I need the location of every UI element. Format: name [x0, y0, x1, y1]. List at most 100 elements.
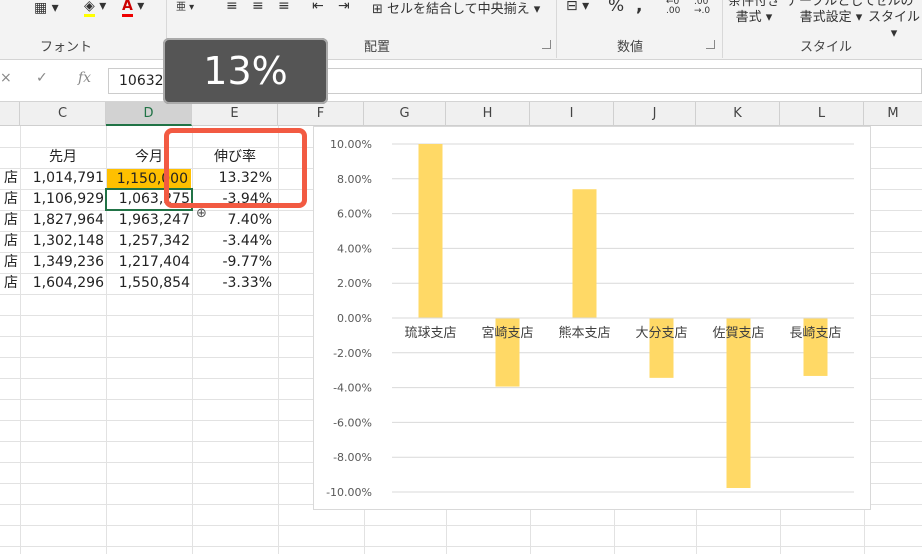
currency-icon: ⊟: [566, 0, 578, 14]
align-left-button[interactable]: ≡: [226, 0, 238, 14]
column-header-i[interactable]: I: [530, 102, 614, 126]
accounting-format-button[interactable]: ⊟ ▾: [566, 0, 589, 14]
column-header-l[interactable]: L: [780, 102, 864, 126]
column-header-j[interactable]: J: [614, 102, 696, 126]
align-right-button[interactable]: ≡: [278, 0, 290, 14]
branch-name-cell[interactable]: 店: [0, 252, 18, 273]
decrease-decimal-button[interactable]: .00 →.0: [694, 0, 710, 16]
merge-center-label: セルを結合して中央揃え: [387, 2, 530, 17]
format-as-table-line2: 書式設定: [799, 10, 852, 25]
growth-cell[interactable]: -3.44%: [192, 231, 272, 252]
curr-cell[interactable]: 1,550,854: [106, 273, 190, 294]
merge-center-button[interactable]: ⊞ セルを結合して中央揃え ▾: [372, 0, 540, 17]
curr-cell[interactable]: 1,257,342: [106, 231, 190, 252]
bar: [726, 318, 751, 488]
category-label: 大分支店: [635, 326, 687, 341]
number-group-label: 数値: [617, 40, 644, 55]
phonetic-button[interactable]: 亜 ▾: [176, 0, 194, 13]
alignment-dialog-launcher[interactable]: [542, 40, 551, 49]
branch-name-cell[interactable]: 店: [0, 189, 18, 210]
ribbon-divider: [722, 0, 723, 58]
enter-check-icon[interactable]: ✓: [36, 70, 48, 86]
decrease-indent-icon: ⇤: [312, 0, 324, 14]
fill-color-button[interactable]: ◈ ▾: [84, 0, 106, 17]
align-center-button[interactable]: ≡: [252, 0, 264, 14]
growth-cell[interactable]: -3.33%: [192, 273, 272, 294]
insert-function-icon[interactable]: fx: [78, 70, 91, 86]
percent-style-button[interactable]: %: [608, 0, 624, 16]
column-header-bar: C D E F G H I J K L M: [0, 102, 922, 126]
y-tick-label: -8.00%: [333, 451, 372, 464]
column-header-stub[interactable]: [0, 102, 20, 126]
conditional-format-line2: 書式: [735, 10, 762, 25]
prev-cell[interactable]: 1,302,148: [20, 231, 104, 252]
header-prev-month[interactable]: 先月: [20, 147, 106, 168]
gridline: [0, 525, 922, 526]
align-center-icon: ≡: [252, 0, 264, 14]
bar-chart[interactable]: 10.00% 8.00% 6.00% 4.00% 2.00% 0.00% -2.00% -4.…: [313, 126, 871, 510]
bar: [418, 144, 443, 318]
category-label: 琉球支店: [404, 326, 456, 341]
format-as-table-button[interactable]: テーブルとして 書式設定 ▾: [786, 0, 876, 26]
border-dropdown[interactable]: ▦ ▾: [34, 0, 59, 16]
fill-bucket-icon: ◈: [84, 0, 95, 17]
y-tick-label: 0.00%: [337, 312, 372, 325]
increase-indent-icon: ⇥: [338, 0, 350, 14]
gridline: [0, 546, 922, 547]
column-header-m[interactable]: M: [864, 102, 922, 126]
percent-tooltip: 13%: [163, 38, 328, 104]
branch-name-cell[interactable]: 店: [0, 273, 18, 294]
comma-style-button[interactable]: ,: [636, 0, 642, 16]
merge-cells-icon: ⊞: [372, 2, 383, 17]
cell-styles-button[interactable]: セルの スタイル ▾: [866, 0, 922, 42]
column-header-h[interactable]: H: [446, 102, 530, 126]
column-header-d[interactable]: D: [106, 102, 192, 126]
prev-cell[interactable]: 1,106,929: [20, 189, 104, 210]
column-header-f[interactable]: F: [278, 102, 364, 126]
ribbon-divider: [556, 0, 557, 58]
y-tick-label: 10.00%: [330, 138, 372, 151]
curr-cell[interactable]: 1,217,404: [106, 252, 190, 273]
decrease-decimal-icon: .00 →.0: [694, 0, 711, 16]
name-box-close-icon[interactable]: ×: [0, 70, 12, 86]
increase-decimal-icon: ←0.00: [666, 0, 681, 16]
prev-cell[interactable]: 1,604,296: [20, 273, 104, 294]
growth-cell[interactable]: -9.77%: [192, 252, 272, 273]
column-header-k[interactable]: K: [696, 102, 780, 126]
font-group-label: フォント: [40, 40, 93, 55]
align-right-icon: ≡: [278, 0, 290, 14]
branch-name-cell[interactable]: 店: [0, 168, 18, 189]
y-tick-label: 2.00%: [337, 277, 372, 290]
conditional-format-line1: 条件付き: [728, 0, 781, 9]
column-header-e[interactable]: E: [192, 102, 278, 126]
category-label: 熊本支店: [558, 325, 610, 341]
ribbon: ▦ ▾ ◈ ▾ A ▾ 亜 ▾ ≡ ≡ ≡ ⇤ ⇥ ⊞ セルを結合して中央揃え …: [0, 0, 922, 60]
y-tick-label: -6.00%: [333, 416, 372, 429]
category-label: 宮崎支店: [481, 325, 533, 341]
decrease-indent-button[interactable]: ⇤: [312, 0, 324, 14]
increase-decimal-button[interactable]: ←0.00: [666, 0, 680, 16]
chart-svg: 10.00% 8.00% 6.00% 4.00% 2.00% 0.00% -2.00% -4.…: [326, 138, 854, 499]
highlight-box: [164, 128, 307, 208]
font-color-button[interactable]: A ▾: [122, 0, 144, 17]
curr-cell[interactable]: 1,963,247: [106, 210, 190, 231]
conditional-format-button[interactable]: 条件付き 書式 ▾: [728, 0, 780, 26]
column-header-g[interactable]: G: [364, 102, 446, 126]
number-dialog-launcher[interactable]: [706, 40, 715, 49]
category-label: 長崎支店: [789, 326, 841, 341]
alignment-group-label: 配置: [364, 40, 391, 55]
y-tick-label: 8.00%: [337, 173, 372, 186]
prev-cell[interactable]: 1,349,236: [20, 252, 104, 273]
y-tick-label: -2.00%: [333, 347, 372, 360]
cell-cursor-icon: ⊕: [196, 206, 207, 221]
prev-cell[interactable]: 1,014,791: [20, 168, 104, 189]
y-tick-label: 6.00%: [337, 208, 372, 221]
bar: [572, 189, 597, 318]
cell-styles-line2: スタイル: [867, 10, 920, 25]
prev-cell[interactable]: 1,827,964: [20, 210, 104, 231]
increase-indent-button[interactable]: ⇥: [338, 0, 350, 14]
column-header-c[interactable]: C: [20, 102, 106, 126]
branch-name-cell[interactable]: 店: [0, 231, 18, 252]
branch-name-cell[interactable]: 店: [0, 210, 18, 231]
category-label: 佐賀支店: [712, 326, 764, 341]
